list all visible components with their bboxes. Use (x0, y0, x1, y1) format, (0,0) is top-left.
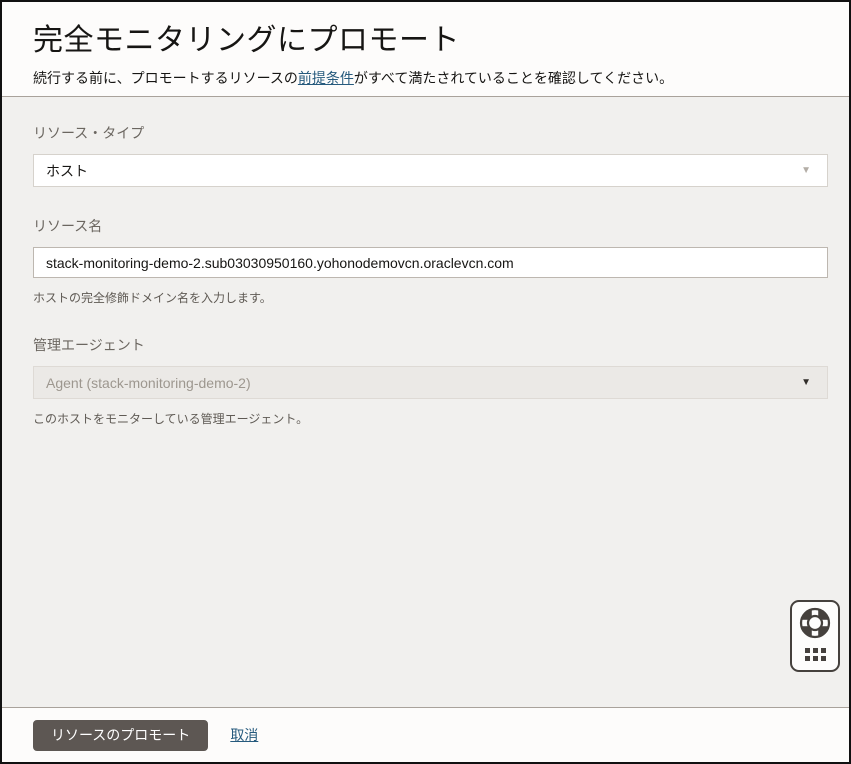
life-preserver-icon[interactable] (798, 606, 832, 645)
resource-name-help: ホストの完全修飾ドメイン名を入力します。 (33, 291, 272, 305)
subtitle-text-after: がすべて満たされていることを確認してください。 (353, 70, 674, 86)
grid-dots-icon[interactable] (804, 648, 826, 661)
promote-dialog: 完全モニタリングにプロモート 続行する前に、プロモートするリソースの前提条件がす… (0, 0, 851, 764)
prerequisites-link[interactable]: 前提条件 (298, 70, 354, 86)
page-title: 完全モニタリングにプロモート (33, 24, 460, 57)
management-agent-help: このホストをモニターしている管理エージェント。 (33, 412, 309, 426)
resource-name-field: リソース名 ホストの完全修飾ドメイン名を入力します。 (33, 216, 828, 306)
chevron-down-icon: ▼ (801, 376, 811, 388)
resource-type-value: ホスト (46, 162, 88, 179)
cancel-link[interactable]: 取消 (230, 725, 258, 745)
resource-type-field: リソース・タイプ ホスト ▼ (33, 123, 828, 187)
resource-type-select[interactable]: ホスト ▼ (33, 154, 828, 187)
management-agent-field: 管理エージェント Agent (stack-monitoring-demo-2)… (33, 335, 828, 427)
resource-name-input[interactable] (33, 247, 828, 278)
dialog-subtitle: 続行する前に、プロモートするリソースの前提条件がすべて満たされていることを確認し… (33, 68, 818, 88)
promote-resource-button[interactable]: リソースのプロモート (33, 719, 209, 751)
dialog-body: リソース・タイプ ホスト ▼ リソース名 ホストの完全修飾ドメイン名を入力します… (2, 97, 849, 707)
help-widget[interactable] (790, 600, 840, 672)
management-agent-value: Agent (stack-monitoring-demo-2) (46, 374, 251, 391)
dialog-header: 完全モニタリングにプロモート 続行する前に、プロモートするリソースの前提条件がす… (2, 2, 849, 97)
subtitle-text-before: 続行する前に、プロモートするリソースの (33, 70, 298, 86)
resource-type-label: リソース・タイプ (33, 125, 145, 141)
dialog-footer: リソースのプロモート 取消 (2, 707, 849, 762)
management-agent-select: Agent (stack-monitoring-demo-2) ▼ (33, 366, 828, 399)
resource-name-label: リソース名 (33, 218, 103, 234)
management-agent-label: 管理エージェント (33, 337, 145, 353)
chevron-down-icon: ▼ (801, 164, 811, 176)
